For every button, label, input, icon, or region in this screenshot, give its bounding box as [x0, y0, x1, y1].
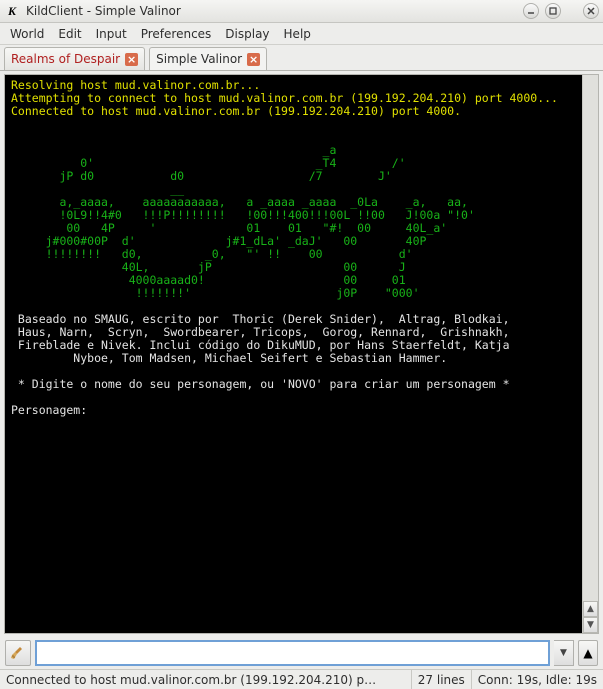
scroll-page-up-button[interactable]: ▲	[578, 640, 598, 666]
tab-label: Simple Valinor	[156, 52, 242, 66]
tab-label: Realms of Despair	[11, 52, 120, 66]
terminal-line-attempting: Attempting to connect to host mud.valino…	[11, 91, 558, 105]
scrollbar-track[interactable]	[583, 75, 598, 601]
scroll-down-button[interactable]: ▼	[583, 617, 598, 633]
maximize-icon	[549, 7, 557, 15]
input-bar: ▼ ▲	[0, 637, 603, 669]
menubar: World Edit Input Preferences Display Hel…	[0, 23, 603, 45]
terminal-body-text: Baseado no SMAUG, escrito por Thoric (De…	[11, 312, 510, 417]
close-icon: ×	[127, 54, 136, 65]
tab-close-button[interactable]: ×	[125, 53, 138, 66]
chevron-up-icon: ▲	[583, 646, 592, 660]
menu-input[interactable]: Input	[90, 25, 133, 43]
terminal-container: Resolving host mud.valinor.com.br... Att…	[4, 74, 599, 634]
statusbar: Connected to host mud.valinor.com.br (19…	[0, 669, 603, 689]
close-button[interactable]	[583, 3, 599, 19]
tab-simple-valinor[interactable]: Simple Valinor ×	[149, 47, 267, 70]
status-connection: Connected to host mud.valinor.com.br (19…	[0, 670, 412, 689]
terminal-line-connected: Connected to host mud.valinor.com.br (19…	[11, 104, 461, 118]
minimize-button[interactable]	[523, 3, 539, 19]
tabbar: Realms of Despair × Simple Valinor ×	[0, 45, 603, 71]
status-lines: 27 lines	[412, 670, 472, 689]
app-icon: K	[4, 3, 20, 19]
terminal-line-resolving: Resolving host mud.valinor.com.br...	[11, 78, 260, 92]
terminal-ascii-art: _a 0' _T4 /' jP d0 d0 /7 J' __ a,_aaaa, …	[11, 143, 475, 300]
tab-close-button[interactable]: ×	[247, 53, 260, 66]
chevron-down-icon: ▼	[560, 648, 567, 658]
chevron-up-icon: ▲	[587, 604, 594, 614]
terminal-scrollbar[interactable]: ▲ ▼	[582, 75, 598, 633]
window-title: KildClient - Simple Valinor	[26, 4, 517, 18]
clear-input-button[interactable]	[5, 640, 31, 666]
input-history-dropdown[interactable]: ▼	[554, 640, 574, 666]
menu-preferences[interactable]: Preferences	[135, 25, 218, 43]
broom-icon	[10, 645, 26, 661]
terminal-output[interactable]: Resolving host mud.valinor.com.br... Att…	[5, 75, 582, 633]
status-timing: Conn: 19s, Idle: 19s	[472, 670, 603, 689]
menu-edit[interactable]: Edit	[52, 25, 87, 43]
tab-realms-of-despair[interactable]: Realms of Despair ×	[4, 47, 145, 70]
close-icon: ×	[249, 54, 258, 65]
close-icon	[587, 7, 595, 15]
scroll-up-button[interactable]: ▲	[583, 601, 598, 617]
menu-help[interactable]: Help	[278, 25, 317, 43]
maximize-button[interactable]	[545, 3, 561, 19]
command-input[interactable]	[35, 640, 550, 666]
menu-world[interactable]: World	[4, 25, 50, 43]
window-titlebar: K KildClient - Simple Valinor	[0, 0, 603, 23]
menu-display[interactable]: Display	[219, 25, 275, 43]
minimize-icon	[527, 7, 535, 15]
chevron-down-icon: ▼	[587, 620, 594, 630]
